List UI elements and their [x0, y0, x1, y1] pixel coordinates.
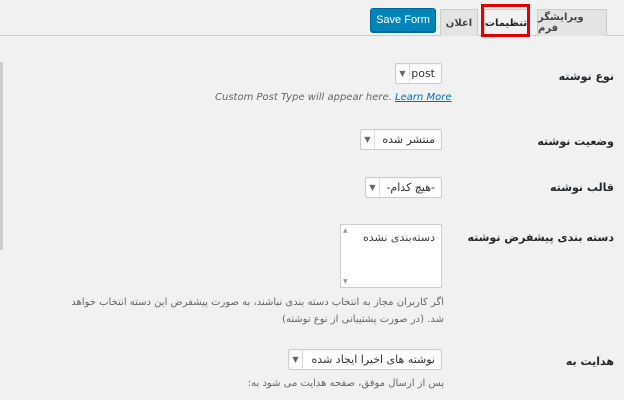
tab-settings[interactable]: تنظیمات [484, 9, 528, 37]
tab-bar: ویرایشگر فرم تنظیمات اعلان Save Form [0, 0, 624, 37]
scroll-up-icon[interactable]: ▲ [343, 227, 348, 234]
default-category-hint: اگر کاربران مجاز به انتخاب دسته بندی نبا… [24, 294, 444, 328]
chevron-down-icon: ▼ [366, 178, 380, 197]
learn-more-link[interactable]: Learn More [395, 92, 452, 103]
default-category-textarea[interactable]: دسته‌بندی نشده ▲ ▼ [340, 224, 442, 288]
post-status-select[interactable]: منتشر شده ▼ [360, 129, 442, 150]
post-type-value: post [411, 67, 435, 80]
default-category-hint-line2: شد. (در صورت پشتیبانی از نوع نوشته) [281, 314, 444, 325]
post-type-label: نوع نوشته [558, 70, 614, 83]
default-category-value: دسته‌بندی نشده [362, 231, 435, 244]
redirect-to-label: هدایت به [565, 355, 614, 368]
chevron-down-icon: ▼ [289, 350, 303, 369]
post-type-select[interactable]: post ▼ [395, 63, 442, 84]
scroll-down-icon[interactable]: ▼ [343, 278, 348, 285]
save-form-button[interactable]: Save Form [370, 8, 436, 32]
default-category-label: دسته بندی پیشفرض نوشته [467, 231, 614, 244]
post-type-hint: Custom Post Type will appear here. Learn… [215, 92, 452, 103]
tab-notices[interactable]: اعلان [440, 9, 478, 36]
left-border [0, 62, 3, 250]
post-format-select[interactable]: -هیچ کدام- ▼ [365, 177, 442, 198]
default-category-hint-line1: اگر کاربران مجاز به انتخاب دسته بندی نبا… [71, 297, 444, 308]
redirect-to-hint: پس از ارسال موفق، صفحه هدایت می شود به: [247, 378, 444, 389]
post-format-value: -هیچ کدام- [386, 181, 435, 194]
tab-notices-label: اعلان [445, 17, 473, 29]
redirect-to-select[interactable]: نوشته های اخیرا ایجاد شده ▼ [288, 349, 442, 370]
post-format-label: قالب نوشته [550, 181, 614, 194]
post-type-hint-text: Custom Post Type will appear here. [215, 92, 392, 103]
post-status-value: منتشر شده [382, 133, 435, 146]
redirect-to-value: نوشته های اخیرا ایجاد شده [311, 353, 435, 366]
tab-form-editor-label: ویرایشگر فرم [538, 12, 584, 34]
tab-settings-label: تنظیمات [484, 18, 528, 29]
chevron-down-icon: ▼ [396, 64, 410, 83]
post-status-label: وضعیت نوشته [537, 135, 614, 148]
tab-form-editor[interactable]: ویرایشگر فرم [537, 9, 607, 36]
chevron-down-icon: ▼ [361, 130, 375, 149]
